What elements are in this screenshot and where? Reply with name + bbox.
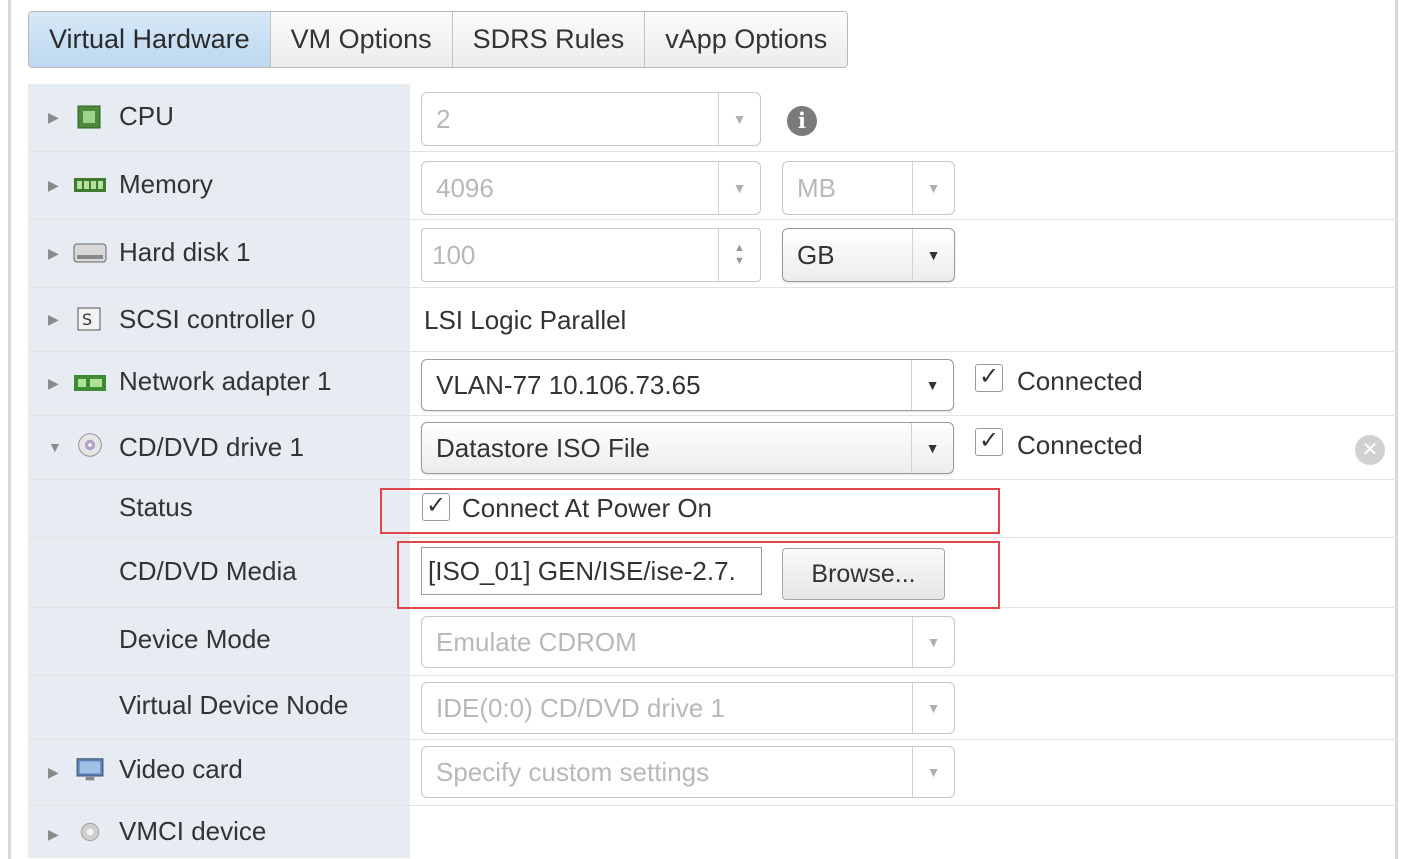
expand-arrow-icon[interactable]: ▶ bbox=[48, 375, 59, 392]
video-card-icon bbox=[76, 758, 104, 781]
row-hard-disk: ▶ Hard disk 1 100 ▲ ▼ GB ▼ bbox=[28, 220, 1398, 288]
row-network-adapter: ▶ Network adapter 1 VLAN-77 10.106.73.65… bbox=[28, 352, 1398, 416]
disk-unit-select[interactable]: GB ▼ bbox=[782, 228, 955, 282]
chevron-down-icon: ▼ bbox=[718, 93, 760, 145]
virtual-device-node-label: Virtual Device Node bbox=[119, 690, 349, 720]
row-device-mode: Device Mode Emulate CDROM ▼ bbox=[28, 608, 1398, 676]
network-adapter-icon bbox=[74, 375, 106, 391]
row-cd-dvd-drive: ▼ CD/DVD drive 1 Datastore ISO File ▼ ✓ … bbox=[28, 416, 1398, 480]
network-connected-label: Connected bbox=[1017, 366, 1143, 396]
tab-sdrs-rules[interactable]: SDRS Rules bbox=[452, 12, 646, 67]
tab-vapp-options[interactable]: vApp Options bbox=[645, 12, 848, 67]
window-frame-left bbox=[8, 0, 11, 859]
chevron-down-icon: ▼ bbox=[912, 229, 954, 281]
scsi-controller-type: LSI Logic Parallel bbox=[424, 305, 627, 335]
virtual-device-node-select[interactable]: IDE(0:0) CD/DVD drive 1 ▼ bbox=[421, 682, 955, 734]
scsi-controller-icon: S bbox=[77, 307, 101, 331]
expand-arrow-icon[interactable]: ▶ bbox=[48, 245, 59, 262]
remove-device-icon[interactable]: ✕ bbox=[1355, 435, 1385, 465]
highlight-connect-at-power-on bbox=[380, 488, 1000, 534]
network-connected-checkbox[interactable]: ✓ bbox=[975, 364, 1003, 392]
stepper-arrows-icon[interactable]: ▲ ▼ bbox=[718, 229, 760, 281]
device-label-network-adapter: Network adapter 1 bbox=[119, 366, 332, 396]
chevron-down-icon: ▼ bbox=[912, 617, 954, 667]
hard-disk-icon bbox=[73, 243, 107, 263]
row-cpu: ▶ CPU 2 ▼ i bbox=[28, 84, 1398, 152]
expand-arrow-icon[interactable]: ▶ bbox=[48, 826, 59, 843]
network-select[interactable]: VLAN-77 10.106.73.65 ▼ bbox=[421, 359, 954, 411]
row-virtual-device-node: Virtual Device Node IDE(0:0) CD/DVD driv… bbox=[28, 676, 1398, 740]
device-label-video-card: Video card bbox=[119, 754, 243, 784]
row-vmci-device: ▶ VMCI device bbox=[28, 806, 1398, 858]
highlight-cd-dvd-media bbox=[397, 541, 1000, 609]
expand-arrow-icon[interactable]: ▶ bbox=[48, 311, 59, 328]
cd-dvd-media-label: CD/DVD Media bbox=[119, 556, 297, 586]
status-label: Status bbox=[119, 492, 193, 522]
device-label-memory: Memory bbox=[119, 169, 213, 199]
hardware-table: ▶ CPU 2 ▼ i ▶ Memory 4096 ▼ MB ▼ ▶ Hard … bbox=[28, 84, 1398, 858]
info-icon[interactable]: i bbox=[787, 106, 817, 136]
disk-size-stepper[interactable]: 100 ▲ ▼ bbox=[421, 228, 761, 282]
expand-arrow-icon[interactable]: ▶ bbox=[48, 109, 59, 126]
memory-size-select[interactable]: 4096 ▼ bbox=[421, 161, 761, 215]
chevron-down-icon: ▼ bbox=[912, 747, 954, 797]
chevron-down-icon: ▼ bbox=[911, 423, 953, 473]
video-card-select[interactable]: Specify custom settings ▼ bbox=[421, 746, 955, 798]
settings-tabs: Virtual Hardware VM Options SDRS Rules v… bbox=[28, 11, 849, 68]
tab-virtual-hardware[interactable]: Virtual Hardware bbox=[29, 12, 271, 67]
device-label-cpu: CPU bbox=[119, 101, 174, 131]
chevron-down-icon: ▼ bbox=[718, 162, 760, 214]
expand-arrow-icon[interactable]: ▶ bbox=[48, 764, 59, 781]
device-label-cd-dvd-drive: CD/DVD drive 1 bbox=[119, 432, 304, 462]
tab-vm-options[interactable]: VM Options bbox=[270, 12, 453, 67]
row-memory: ▶ Memory 4096 ▼ MB ▼ bbox=[28, 152, 1398, 220]
memory-unit-select[interactable]: MB ▼ bbox=[782, 161, 955, 215]
cd-dvd-source-select[interactable]: Datastore ISO File ▼ bbox=[421, 422, 954, 474]
device-label-vmci-device: VMCI device bbox=[119, 816, 267, 846]
memory-icon bbox=[74, 178, 106, 192]
cpu-count-select[interactable]: 2 ▼ bbox=[421, 92, 761, 146]
device-label-hard-disk: Hard disk 1 bbox=[119, 237, 251, 267]
device-mode-select[interactable]: Emulate CDROM ▼ bbox=[421, 616, 955, 668]
expand-arrow-icon[interactable]: ▶ bbox=[48, 177, 59, 194]
row-video-card: ▶ Video card Specify custom settings ▼ bbox=[28, 740, 1398, 806]
cd-dvd-connected-checkbox[interactable]: ✓ bbox=[975, 428, 1003, 456]
chevron-down-icon: ▼ bbox=[912, 162, 954, 214]
vmci-device-icon bbox=[80, 822, 100, 842]
cpu-icon bbox=[77, 105, 101, 129]
collapse-arrow-icon[interactable]: ▼ bbox=[48, 439, 62, 455]
chevron-down-icon: ▼ bbox=[912, 683, 954, 733]
chevron-down-icon: ▼ bbox=[911, 360, 953, 410]
row-scsi-controller: ▶ S SCSI controller 0 LSI Logic Parallel bbox=[28, 288, 1398, 352]
svg-text:S: S bbox=[82, 310, 92, 329]
device-label-scsi-controller: SCSI controller 0 bbox=[119, 304, 316, 334]
cd-dvd-icon bbox=[78, 433, 102, 457]
cd-dvd-connected-label: Connected bbox=[1017, 430, 1143, 460]
device-mode-label: Device Mode bbox=[119, 624, 271, 654]
